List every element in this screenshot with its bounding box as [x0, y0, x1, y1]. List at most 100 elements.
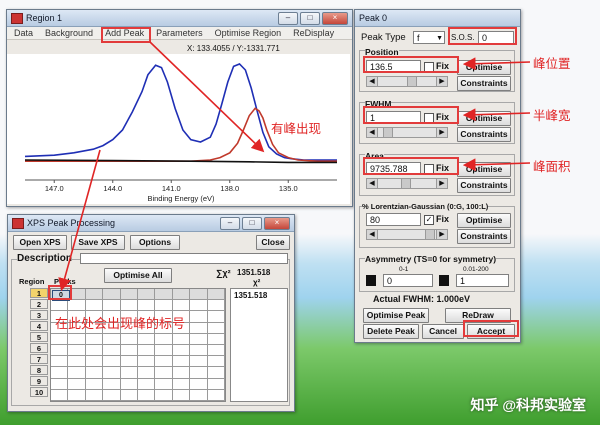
peak-grid-cell[interactable]: [155, 378, 173, 390]
peak-grid-cell[interactable]: [68, 300, 86, 312]
description-input[interactable]: [80, 253, 288, 264]
peak-grid-cell[interactable]: [68, 333, 86, 345]
peak-grid-cell[interactable]: [207, 300, 225, 312]
peak-type-select[interactable]: f ▼: [413, 31, 445, 44]
peak-grid-cell[interactable]: [172, 389, 191, 401]
peak-grid-cell[interactable]: [85, 378, 104, 390]
region-titlebar[interactable]: Region 1 – □ ×: [7, 10, 352, 27]
menu-data[interactable]: Data: [13, 28, 34, 38]
lg-optimise-button[interactable]: Optimise: [457, 213, 511, 228]
lg-constraints-button[interactable]: Constraints: [457, 229, 511, 244]
maximize-icon[interactable]: □: [300, 11, 320, 25]
position-optimise-button[interactable]: Optimise: [457, 60, 511, 75]
scroll-right-icon[interactable]: ▶: [436, 179, 447, 188]
peak-grid-cell[interactable]: [207, 367, 225, 379]
peak-grid-cell[interactable]: [172, 367, 191, 379]
peak-grid-cell[interactable]: [207, 356, 225, 368]
scroll-thumb[interactable]: [425, 230, 435, 239]
peak-grid-cell[interactable]: [103, 356, 121, 368]
peak-grid-cell[interactable]: [120, 345, 138, 357]
scroll-thumb[interactable]: [383, 128, 393, 137]
peak-grid-cell[interactable]: [68, 367, 86, 379]
peak-grid-cell[interactable]: [103, 367, 121, 379]
peak-grid-cell[interactable]: [85, 289, 104, 301]
scroll-left-icon[interactable]: ◀: [367, 77, 378, 86]
fwhm-scrollbar[interactable]: ◀ ▶: [366, 127, 448, 138]
peak-grid-cell[interactable]: [155, 300, 173, 312]
peak-grid-cell[interactable]: [120, 300, 138, 312]
peak-grid-cell[interactable]: [172, 289, 191, 301]
region-row-7[interactable]: 7: [30, 354, 48, 364]
asym-right-slider[interactable]: [439, 275, 449, 286]
peak-grid-cell[interactable]: [51, 345, 69, 357]
peak-grid-cell[interactable]: [207, 311, 225, 323]
peak-grid-cell[interactable]: [155, 289, 173, 301]
peak-grid-cell[interactable]: [172, 345, 191, 357]
asym-left-input[interactable]: 0: [383, 274, 433, 287]
menu-parameters[interactable]: Parameters: [155, 28, 204, 38]
delete-peak-button[interactable]: Delete Peak: [363, 324, 419, 339]
peak-grid-cell[interactable]: [190, 378, 208, 390]
scroll-right-icon[interactable]: ▶: [436, 77, 447, 86]
position-scrollbar[interactable]: ◀ ▶: [366, 76, 448, 87]
close-icon[interactable]: ×: [322, 11, 348, 25]
peak-grid-cell[interactable]: [120, 367, 138, 379]
peak-grid-cell[interactable]: [120, 378, 138, 390]
peak-grid-cell[interactable]: [155, 389, 173, 401]
xps-titlebar[interactable]: XPS Peak Processing – □ ×: [8, 215, 294, 232]
region-row-9[interactable]: 9: [30, 376, 48, 386]
peak-grid-cell[interactable]: [103, 289, 121, 301]
peak-grid-cell[interactable]: [85, 367, 104, 379]
menu-redisplay[interactable]: ReDisplay: [292, 28, 335, 38]
peak-grid-cell[interactable]: [207, 345, 225, 357]
peak-grid-cell[interactable]: [190, 367, 208, 379]
peak-grid-cell[interactable]: [138, 389, 156, 401]
peak-grid-cell[interactable]: [51, 378, 69, 390]
area-optimise-button[interactable]: Optimise: [457, 162, 511, 177]
scroll-right-icon[interactable]: ▶: [436, 230, 447, 239]
peak-grid-cell[interactable]: [155, 367, 173, 379]
peak-grid-cell[interactable]: [172, 333, 191, 345]
peak-grid-cell[interactable]: [85, 333, 104, 345]
optimise-peak-button[interactable]: Optimise Peak: [363, 308, 429, 323]
optimise-all-button[interactable]: Optimise All: [104, 268, 172, 283]
peak-grid-cell[interactable]: [85, 345, 104, 357]
peak-grid-cell[interactable]: [85, 300, 104, 312]
peak-grid-cell[interactable]: [138, 367, 156, 379]
area-scrollbar[interactable]: ◀ ▶: [366, 178, 448, 189]
peak-grid-cell[interactable]: [103, 300, 121, 312]
region-row-1[interactable]: 1: [30, 288, 48, 298]
peak-grid-cell[interactable]: [190, 289, 208, 301]
fwhm-optimise-button[interactable]: Optimise: [457, 111, 511, 126]
asym-left-slider[interactable]: [366, 275, 376, 286]
peak-grid-cell[interactable]: [138, 300, 156, 312]
peak-grid-cell[interactable]: [138, 345, 156, 357]
region-row-5[interactable]: 5: [30, 332, 48, 342]
peak-grid-cell[interactable]: [51, 300, 69, 312]
scroll-left-icon[interactable]: ◀: [367, 230, 378, 239]
peak-grid-cell[interactable]: [190, 333, 208, 345]
close-icon[interactable]: ×: [264, 216, 290, 230]
peak-grid-cell[interactable]: [51, 389, 69, 401]
lg-scrollbar[interactable]: ◀ ▶: [366, 229, 448, 240]
peak-grid-cell[interactable]: [51, 356, 69, 368]
peak-grid-cell[interactable]: [120, 356, 138, 368]
scroll-left-icon[interactable]: ◀: [367, 179, 378, 188]
scroll-right-icon[interactable]: ▶: [436, 128, 447, 137]
peak-grid-cell[interactable]: [207, 333, 225, 345]
peak-grid-cell[interactable]: [120, 333, 138, 345]
peak-grid-cell[interactable]: [190, 300, 208, 312]
save-xps-button[interactable]: Save XPS: [71, 235, 125, 250]
peak-grid-cell[interactable]: [85, 389, 104, 401]
region-row-3[interactable]: 3: [30, 310, 48, 320]
peak-grid-cell[interactable]: [103, 345, 121, 357]
region-row-6[interactable]: 6: [30, 343, 48, 353]
peak-grid-cell[interactable]: [68, 389, 86, 401]
fwhm-constraints-button[interactable]: Constraints: [457, 127, 511, 142]
peak-grid-cell[interactable]: [120, 289, 138, 301]
peak-grid-cell[interactable]: [68, 345, 86, 357]
peak-grid-cell[interactable]: [85, 356, 104, 368]
close-button[interactable]: Close: [256, 235, 290, 250]
peak-grid-cell[interactable]: [103, 389, 121, 401]
minimize-icon[interactable]: –: [278, 11, 298, 25]
